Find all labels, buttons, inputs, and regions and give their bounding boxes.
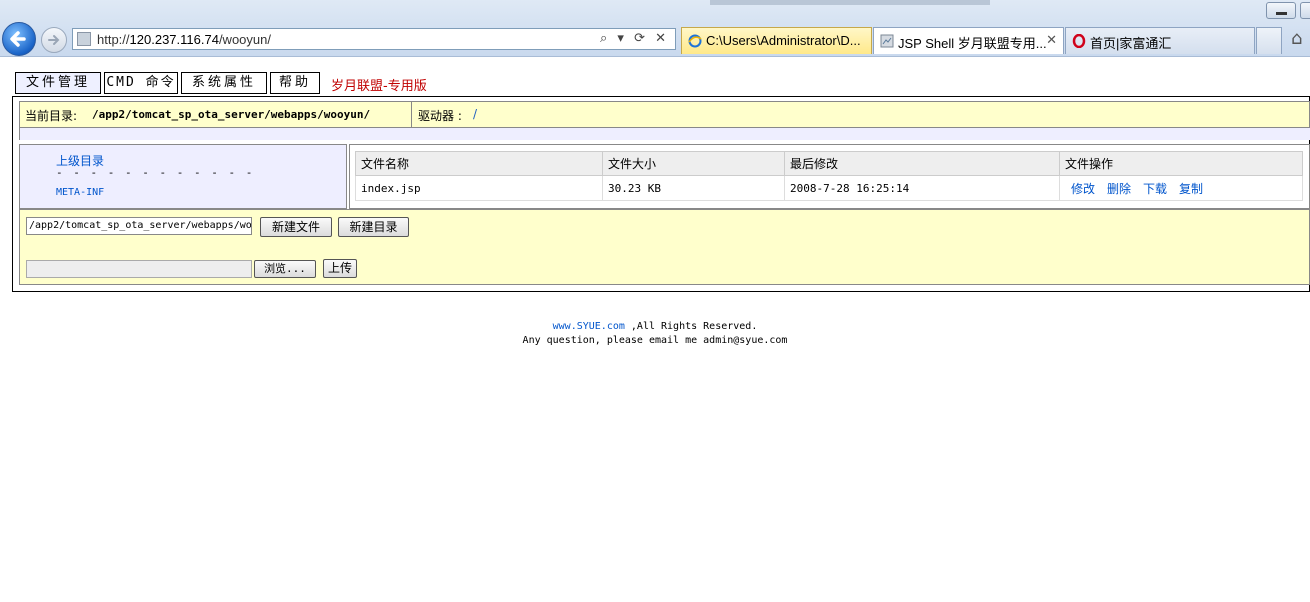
new-directory-button[interactable]: 新建目录 [338,217,409,237]
browser-chrome: http://120.237.116.74/wooyun/ ⌕ ▾ ⟳ ✕ C:… [0,0,1310,57]
footer-contact: Any question, please email me admin@syue… [522,335,788,346]
drive-value[interactable]: / [473,107,477,121]
file-name: index.jsp [355,175,603,201]
upload-file-field[interactable] [26,260,252,278]
tab-close-icon[interactable]: ✕ [1046,32,1057,48]
tree-separator: - - - - - - - - - - - - [56,166,255,179]
folder-link-meta-inf[interactable]: META-INF [56,187,104,198]
brand-label: 岁月联盟-专用版 [331,79,427,94]
address-tools-icons[interactable]: ⌕ ▾ ⟳ ✕ [600,31,669,46]
actions-form: /app2/tomcat_sp_ota_server/webapps/wo 新建… [19,209,1310,285]
menu-file-manage[interactable]: 文件管理 [15,72,101,94]
new-tab-button[interactable] [1256,27,1282,54]
new-file-button[interactable]: 新建文件 [260,217,332,237]
back-button[interactable] [2,22,36,56]
copy-link[interactable]: 复制 [1179,182,1203,196]
col-header-modified: 最后修改 [784,151,1060,176]
rights-text: ,All Rights Reserved. [624,321,758,332]
delete-link[interactable]: 删除 [1107,182,1131,196]
arrow-right-icon [48,35,60,45]
menu-cmd[interactable]: CMD 命令 [104,72,178,94]
edit-link[interactable]: 修改 [1071,182,1095,196]
file-size: 30.23 KB [602,175,785,201]
address-bar[interactable]: http://120.237.116.74/wooyun/ ⌕ ▾ ⟳ ✕ [72,28,676,50]
home-icon[interactable]: ⌂ [1291,28,1302,49]
title-bar-strip [710,0,990,5]
path-input[interactable]: /app2/tomcat_sp_ota_server/webapps/wo [26,217,252,235]
ie-icon [688,34,702,48]
browser-tab-3[interactable]: 首页|家富通汇 [1065,27,1255,54]
file-list-pane: 文件名称 文件大小 最后修改 文件操作 index.jsp 30.23 KB 2… [349,144,1310,209]
spacer-band [19,128,1310,140]
col-header-size: 文件大小 [602,151,785,176]
file-table: 文件名称 文件大小 最后修改 文件操作 index.jsp 30.23 KB 2… [355,151,1303,201]
col-header-name: 文件名称 [355,151,603,176]
minimize-button[interactable] [1266,2,1296,19]
site-link[interactable]: www.SYUE.com [553,321,625,332]
table-row: index.jsp 30.23 KB 2008-7-28 16:25:14 修改… [355,175,1303,201]
menu-system-properties[interactable]: 系统属性 [181,72,267,94]
menu-help[interactable]: 帮助 [270,72,320,94]
upload-button[interactable]: 上传 [323,259,357,278]
current-dir-label: 当前目录: [25,109,78,123]
forward-button[interactable] [41,27,67,53]
page-icon [880,34,894,48]
address-url[interactable]: http://120.237.116.74/wooyun/ [97,32,271,47]
arrow-left-icon [10,31,26,47]
tab-label: 首页|家富通汇 [1090,36,1172,51]
file-actions: 修改 删除 下载 复制 [1059,175,1303,201]
maximize-button[interactable] [1300,2,1310,19]
browser-tab-2[interactable]: JSP Shell 岁月联盟专用... ✕ [873,27,1064,54]
file-modified: 2008-7-28 16:25:14 [784,175,1060,201]
drive-label: 驱动器 : [418,109,462,123]
directory-tree: 上级目录 - - - - - - - - - - - - META-INF [19,144,347,209]
table-header-row: 文件名称 文件大小 最后修改 文件操作 [355,151,1303,176]
page-footer: www.SYUE.com ,All Rights Reserved. Any q… [0,320,1310,348]
current-directory-bar: 当前目录: /app2/tomcat_sp_ota_server/webapps… [19,101,1310,128]
download-link[interactable]: 下载 [1143,182,1167,196]
divider [411,102,412,127]
col-header-actions: 文件操作 [1059,151,1303,176]
opera-icon [1072,34,1086,48]
current-dir-path: /app2/tomcat_sp_ota_server/webapps/wooyu… [92,108,371,121]
tab-label: C:\Users\Administrator\D... [706,33,861,48]
browse-button[interactable]: 浏览... [254,260,316,278]
page-favicon-icon [77,32,91,46]
tab-label: JSP Shell 岁月联盟专用... [898,36,1047,51]
footer-line-1: www.SYUE.com ,All Rights Reserved. [0,320,1310,334]
browser-tab-1[interactable]: C:\Users\Administrator\D... [681,27,872,54]
